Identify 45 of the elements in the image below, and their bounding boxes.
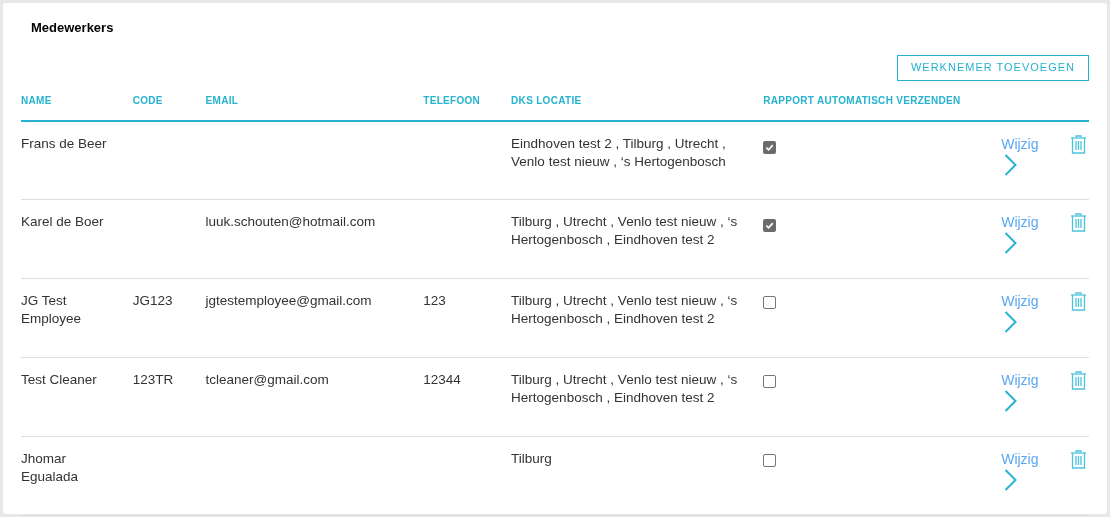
table-cell: jgtestemployee@gmail.com bbox=[205, 293, 372, 308]
table-cell: Karel de Boer bbox=[21, 214, 104, 229]
trash-icon[interactable] bbox=[1069, 213, 1087, 232]
checkbox[interactable] bbox=[763, 296, 777, 309]
column-header: DKS LOCATIE bbox=[511, 94, 582, 106]
chevron-right-icon[interactable] bbox=[1004, 390, 1018, 412]
table-cell: luuk.schouten@hotmail.com bbox=[205, 214, 376, 229]
checkbox[interactable] bbox=[763, 375, 777, 388]
chevron-right-icon[interactable] bbox=[1004, 153, 1018, 176]
column-header: CODE bbox=[132, 94, 163, 106]
edit-link[interactable]: Wijzig bbox=[1001, 292, 1039, 310]
add-employee-button[interactable]: WERKNEMER TOEVOEGEN bbox=[896, 54, 1089, 81]
chevron-right-icon[interactable] bbox=[1004, 469, 1018, 491]
table-cell: Jhomar Egualada bbox=[21, 451, 79, 484]
table-cell: tcleaner@gmail.com bbox=[205, 372, 329, 387]
table-cell: Tilburg , Utrecht , Venlo test nieuw , ‘s Hertogenbosch , Eindhoven test 2 bbox=[511, 214, 738, 247]
edit-link[interactable]: Wijzig bbox=[1001, 450, 1039, 468]
column-header: RAPPORT AUTOMATISCH VERZENDEN bbox=[763, 94, 961, 106]
table-cell: 123 bbox=[423, 293, 446, 308]
table-cell: Tilburg , Utrecht , Venlo test nieuw , ‘s Hertogenbosch , Eindhoven test 2 bbox=[511, 293, 738, 326]
column-header: EMAIL bbox=[205, 94, 239, 106]
chevron-right-icon[interactable] bbox=[1004, 311, 1018, 333]
table-cell: JG123 bbox=[132, 293, 173, 308]
table-cell: Tilburg , Utrecht , Venlo test nieuw , ‘s Hertogenbosch , Eindhoven test 2 bbox=[511, 372, 738, 405]
trash-icon[interactable] bbox=[1069, 292, 1087, 311]
checkbox[interactable] bbox=[763, 454, 777, 467]
trash-icon[interactable] bbox=[1069, 450, 1087, 469]
checkbox[interactable] bbox=[763, 219, 777, 232]
trash-icon[interactable] bbox=[1069, 371, 1087, 390]
table-cell: Frans de Beer bbox=[21, 135, 107, 151]
column-header: NAME bbox=[21, 94, 52, 106]
edit-link[interactable]: Wijzig bbox=[1001, 134, 1039, 153]
table-cell: 123TR bbox=[132, 372, 174, 387]
checkbox[interactable] bbox=[763, 140, 777, 154]
edit-link[interactable]: Wijzig bbox=[1001, 213, 1039, 231]
chevron-right-icon[interactable] bbox=[1004, 232, 1018, 254]
table-cell: Test Cleaner bbox=[21, 372, 97, 387]
column-header: TELEFOON bbox=[423, 94, 481, 106]
table-cell: JG Test Employee bbox=[21, 293, 82, 326]
table-cell: 12344 bbox=[423, 372, 461, 387]
page-title: Medewerkers bbox=[30, 19, 115, 37]
trash-icon[interactable] bbox=[1069, 134, 1087, 154]
table-cell: Eindhoven test 2 , Tilburg , Utrecht , Venlo test nieuw , ‘s Hertogenbosch bbox=[511, 135, 726, 169]
table-cell: Tilburg bbox=[511, 451, 552, 466]
edit-link[interactable]: Wijzig bbox=[1001, 371, 1039, 389]
